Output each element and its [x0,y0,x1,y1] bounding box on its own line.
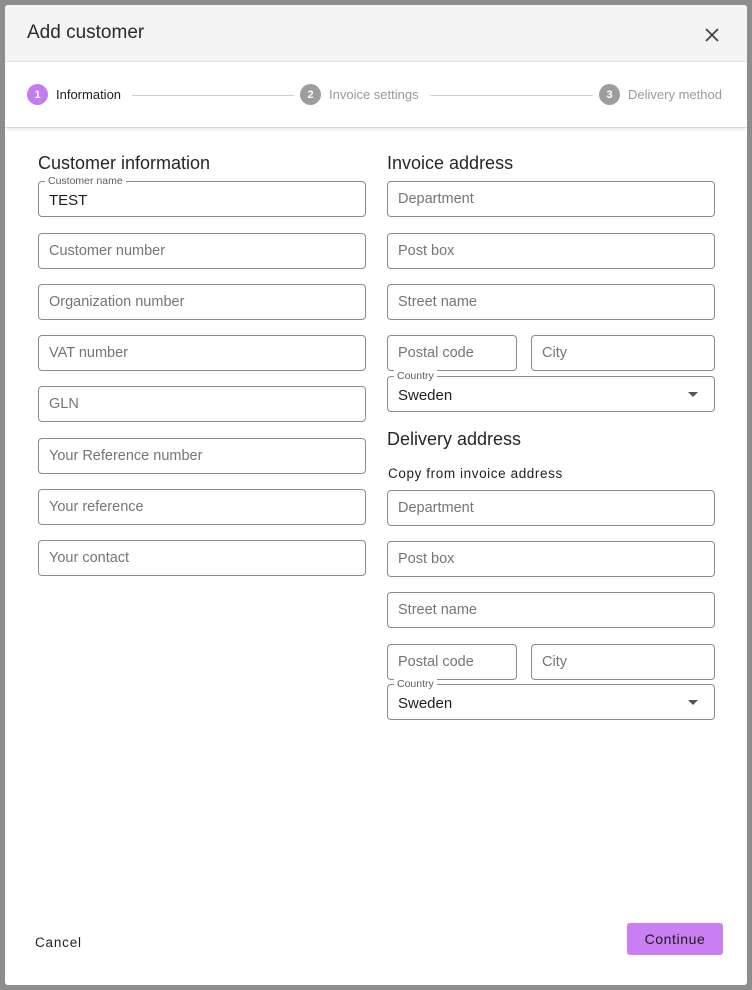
delivery-address-heading: Delivery address [387,429,522,449]
step-invoice-settings[interactable]: 2 Invoice settings [300,84,419,105]
customer-information-heading: Customer information [38,153,211,173]
delivery-postal-code-field[interactable]: Postal code [387,644,517,680]
field-placeholder: Post box [398,551,455,567]
step-number: 1 [27,84,48,105]
step-number: 2 [300,84,321,105]
your-contact-field[interactable]: Your contact [38,540,366,576]
your-reference-field[interactable]: Your reference [38,489,366,525]
close-button[interactable] [703,26,721,44]
field-placeholder: Customer number [49,243,166,259]
step-delivery-method[interactable]: 3 Delivery method [599,84,722,105]
field-label: Country [394,678,437,690]
field-placeholder: Your reference [49,499,144,515]
dropdown-arrow-icon [688,392,698,397]
invoice-postal-code-field[interactable]: Postal code [387,335,517,371]
field-value: TEST [49,192,88,209]
field-placeholder: Department [398,500,474,516]
delivery-country-select[interactable]: Country Sweden [387,678,715,720]
delivery-post-box-field[interactable]: Post box [387,541,715,577]
step-connector [132,95,294,96]
delivery-street-name-field[interactable]: Street name [387,592,715,628]
step-information[interactable]: 1 Information [27,84,121,105]
continue-button[interactable]: Continue [627,923,723,955]
step-label: Information [56,87,122,102]
invoice-country-select[interactable]: Country Sweden [387,370,715,412]
customer-number-field[interactable]: Customer number [38,233,366,269]
field-placeholder: Organization number [49,294,185,310]
field-placeholder: Street name [398,602,477,618]
field-placeholder: Department [398,191,474,207]
step-label: Delivery method [628,87,722,102]
field-placeholder: Your Reference number [49,448,203,464]
add-customer-dialog: Add customer 1 Information 2 Invoice set… [5,5,747,985]
your-reference-number-field[interactable]: Your Reference number [38,438,366,474]
close-icon [705,28,719,42]
dialog-title: Add customer [27,22,145,43]
field-placeholder: City [542,654,567,670]
field-label: Customer name [45,175,126,187]
field-placeholder: Postal code [398,654,474,670]
invoice-street-name-field[interactable]: Street name [387,284,715,320]
cancel-button[interactable]: Cancel [35,935,82,950]
delivery-department-field[interactable]: Department [387,490,715,526]
invoice-post-box-field[interactable]: Post box [387,233,715,269]
field-value: Sweden [398,387,453,404]
field-label: Country [394,370,437,382]
delivery-city-field[interactable]: City [531,644,715,680]
customer-name-field[interactable]: Customer name TEST [38,175,366,217]
field-placeholder: Street name [398,294,477,310]
stepper: 1 Information 2 Invoice settings 3 Deliv… [5,63,747,128]
copy-from-invoice-address-button[interactable]: Copy from invoice address [388,466,563,481]
organization-number-field[interactable]: Organization number [38,284,366,320]
field-placeholder: Your contact [49,550,130,566]
invoice-department-field[interactable]: Department [387,181,715,217]
field-placeholder: City [542,345,567,361]
field-placeholder: Post box [398,243,455,259]
field-placeholder: GLN [49,396,79,412]
step-number: 3 [599,84,620,105]
step-connector [430,95,593,96]
vat-number-field[interactable]: VAT number [38,335,366,371]
dropdown-arrow-icon [688,700,698,705]
step-label: Invoice settings [329,87,419,102]
dialog-header: Add customer [5,5,747,62]
field-placeholder: VAT number [49,345,128,361]
invoice-city-field[interactable]: City [531,335,715,371]
field-placeholder: Postal code [398,345,474,361]
gln-field[interactable]: GLN [38,386,366,422]
invoice-address-heading: Invoice address [387,153,514,173]
field-value: Sweden [398,695,453,712]
